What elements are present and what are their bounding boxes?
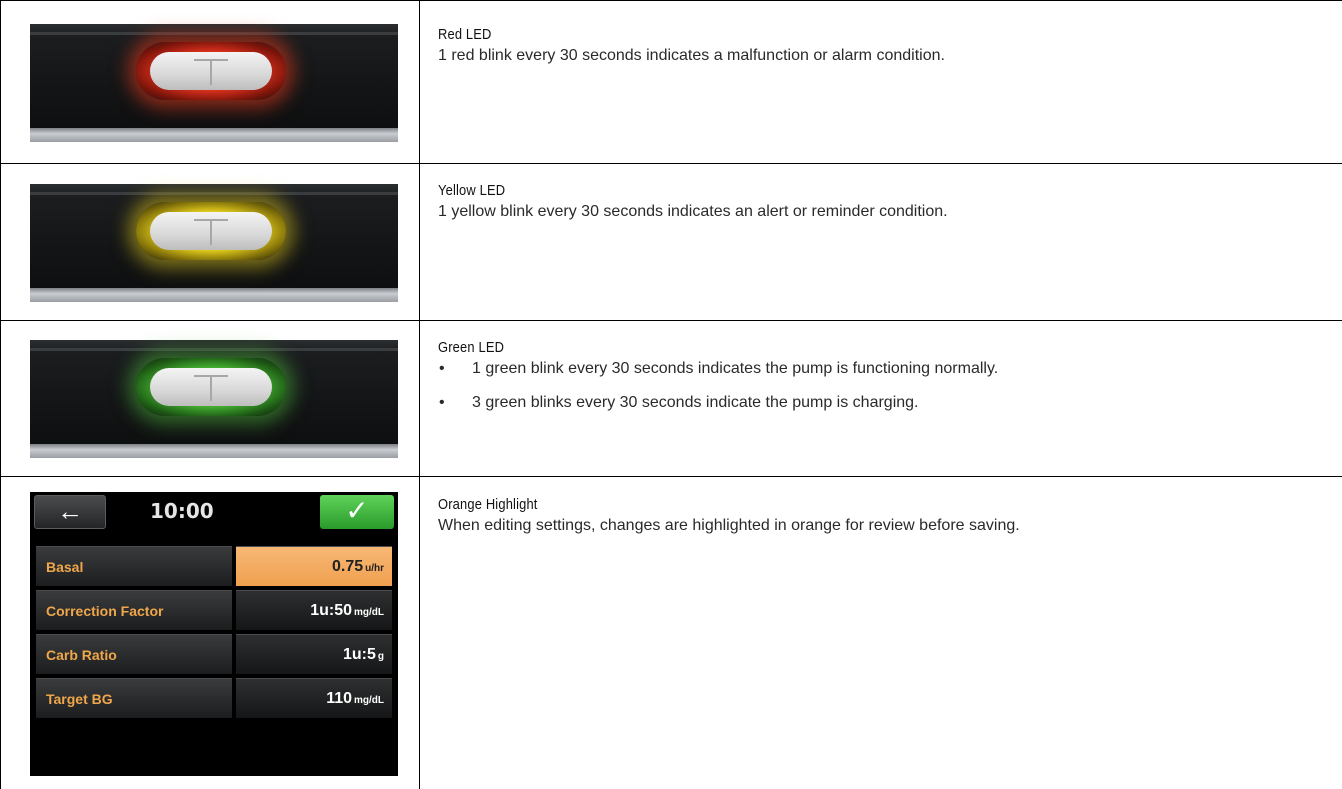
yellow-led-description: 1 yellow blink every 30 seconds indicate…	[438, 203, 948, 220]
back-arrow-icon[interactable]: ←	[34, 495, 106, 529]
green-led-bullet-list: • 1 green blink every 30 seconds indicate…	[438, 359, 1318, 413]
green-led-title: Green LED	[438, 339, 505, 356]
screen-header: ← 10:00 ✓	[30, 492, 398, 532]
setting-label: Target BG	[36, 678, 232, 718]
setting-value: 1u:5 g	[236, 634, 392, 674]
table-border-left	[0, 0, 1, 789]
column-divider	[419, 0, 420, 789]
orange-highlight-title: Orange Highlight	[438, 496, 538, 513]
red-led-cell: Red LED 1 red blink every 30 seconds ind…	[438, 26, 1318, 66]
red-led-description: 1 red blink every 30 seconds indicates a…	[438, 47, 945, 64]
setting-label: Basal	[36, 546, 232, 586]
checkmark-icon[interactable]: ✓	[320, 495, 394, 529]
screen-time: 10:00	[150, 499, 214, 523]
bullet-icon: •	[439, 394, 445, 411]
yellow-led-title: Yellow LED	[438, 182, 506, 199]
yellow-led-image	[30, 184, 398, 302]
value-unit: g	[377, 651, 384, 662]
setting-row-carb-ratio[interactable]: Carb Ratio 1u:5 g	[36, 634, 392, 674]
yellow-led-cell: Yellow LED 1 yellow blink every 30 secon…	[438, 182, 1318, 222]
value-number: 1u:50	[310, 602, 352, 619]
red-led-image	[30, 24, 398, 142]
setting-value: 110 mg/dL	[236, 678, 392, 718]
red-led-title: Red LED	[438, 26, 492, 43]
value-unit: u/hr	[365, 563, 384, 574]
setting-row-correction-factor[interactable]: Correction Factor 1u:50 mg/dL	[36, 590, 392, 630]
setting-label: Carb Ratio	[36, 634, 232, 674]
pump-settings-screen: ← 10:00 ✓ Basal 0.75 u/hr Correction Fact…	[30, 492, 398, 776]
orange-highlight-description: When editing settings, changes are highl…	[438, 517, 1020, 534]
row-divider	[0, 163, 1342, 164]
list-item: • 1 green blink every 30 seconds indicate…	[438, 359, 1318, 379]
setting-value: 0.75 u/hr	[236, 546, 392, 586]
green-led-cell: Green LED • 1 green blink every 30 second…	[438, 339, 1318, 413]
setting-row-basal[interactable]: Basal 0.75 u/hr	[36, 546, 392, 586]
setting-row-target-bg[interactable]: Target BG 110 mg/dL	[36, 678, 392, 718]
table-border-top	[0, 0, 1342, 1]
bullet-text: 3 green blinks every 30 seconds indicate…	[472, 394, 919, 411]
row-divider	[0, 320, 1342, 321]
list-item: • 3 green blinks every 30 seconds indicat…	[438, 393, 1318, 413]
setting-value: 1u:50 mg/dL	[236, 590, 392, 630]
value-unit: mg/dL	[354, 695, 384, 706]
led-reference-table: Red LED 1 red blink every 30 seconds ind…	[0, 0, 1342, 789]
bullet-text: 1 green blink every 30 seconds indicates…	[472, 360, 999, 377]
value-unit: mg/dL	[354, 607, 384, 618]
green-led-image	[30, 340, 398, 458]
value-number: 0.75	[331, 558, 364, 575]
bullet-icon: •	[439, 360, 445, 377]
orange-highlight-cell: Orange Highlight When editing settings, …	[438, 496, 1318, 536]
setting-label: Correction Factor	[36, 590, 232, 630]
row-divider	[0, 476, 1342, 477]
value-number: 110	[326, 690, 352, 707]
value-number: 1u:5	[342, 646, 376, 663]
